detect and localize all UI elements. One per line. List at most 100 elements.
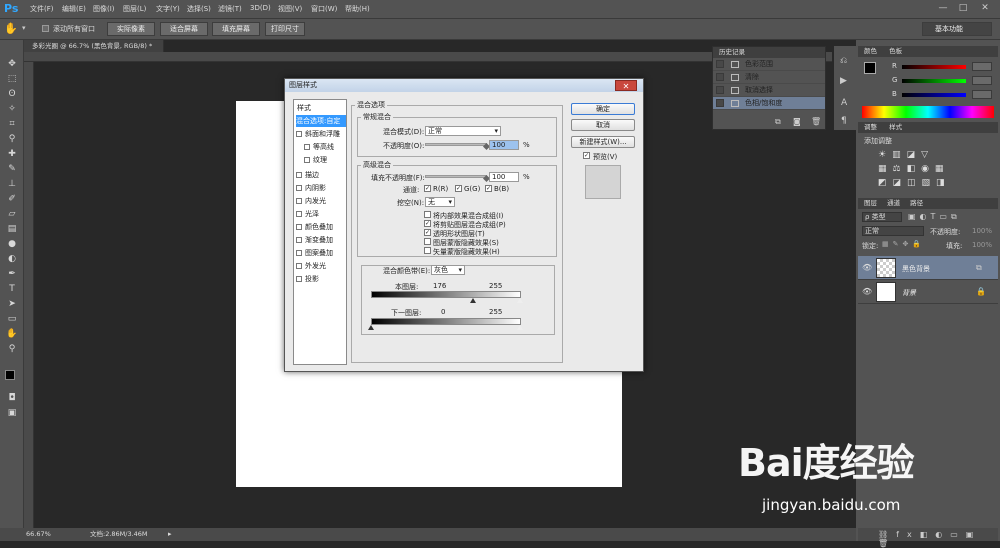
vector-mask-hides-checkbox[interactable]: [424, 247, 431, 254]
blend-mode-select[interactable]: 正常: [425, 126, 501, 136]
history-item[interactable]: .取消选择: [713, 84, 825, 97]
channel-b-checkbox[interactable]: ✓: [485, 185, 492, 192]
actual-pixels-button[interactable]: 实际像素: [107, 22, 155, 36]
new-document-from-state-icon[interactable]: ⧉: [775, 117, 781, 127]
hand-tool-icon[interactable]: ✋: [4, 22, 18, 35]
tab-swatches[interactable]: 色板: [889, 47, 902, 55]
history-item[interactable]: .色彩范围: [713, 58, 825, 71]
shape-tool-icon[interactable]: ▭: [6, 313, 18, 325]
layer-footer-icons[interactable]: ⛓fx◧◐▭▣🗑: [878, 530, 998, 548]
tab-color[interactable]: 颜色: [864, 47, 877, 55]
zoom-level[interactable]: 66.67%: [26, 528, 51, 541]
style-inner-glow[interactable]: 内发光: [296, 195, 346, 207]
workspace-dropdown[interactable]: 基本功能: [922, 22, 992, 36]
channel-g-checkbox[interactable]: ✓: [455, 185, 462, 192]
hand-tool-icon-2[interactable]: ✋: [6, 328, 18, 340]
layer-mask-hides-checkbox[interactable]: [424, 238, 431, 245]
ok-button[interactable]: 确定: [571, 103, 635, 115]
tab-paths[interactable]: 路径: [910, 199, 923, 207]
styles-header[interactable]: 样式: [297, 103, 311, 113]
character-panel-icon[interactable]: A: [841, 98, 847, 108]
trash-icon[interactable]: 🗑: [811, 117, 821, 126]
scroll-all-checkbox[interactable]: [42, 25, 49, 32]
clone-stamp-tool-icon[interactable]: ⊥: [6, 178, 18, 190]
crop-tool-icon[interactable]: ⌗: [6, 118, 18, 130]
blend-clipped-layers-checkbox[interactable]: ✓: [424, 220, 431, 227]
style-texture[interactable]: 纹理: [304, 154, 354, 166]
this-layer-low-slider[interactable]: [470, 298, 476, 303]
opacity-input[interactable]: 100: [489, 140, 519, 150]
red-slider[interactable]: R: [862, 62, 996, 71]
this-layer-high-slider[interactable]: [517, 298, 523, 303]
layer-kind-filter[interactable]: ρ 类型: [862, 212, 902, 222]
layer-row-selected[interactable]: 👁 黑色背景 ⧉: [858, 256, 998, 280]
magic-wand-tool-icon[interactable]: ✧: [6, 103, 18, 115]
style-inner-shadow[interactable]: 内阴影: [296, 182, 346, 194]
style-bevel-emboss[interactable]: 斜面和浮雕: [296, 128, 346, 140]
this-layer-gradient[interactable]: [371, 291, 521, 298]
eyedropper-tool-icon[interactable]: ⚲: [6, 133, 18, 145]
style-gradient-overlay[interactable]: 渐变叠加: [296, 234, 346, 246]
style-blending-options[interactable]: 混合选项:自定: [296, 115, 346, 127]
screen-mode-icon[interactable]: ▣: [6, 407, 18, 419]
cancel-button[interactable]: 取消: [571, 119, 635, 131]
close-window-button[interactable]: ✕: [978, 2, 992, 14]
layer-row[interactable]: 👁 背景 🔒: [858, 280, 998, 304]
menu-file[interactable]: 文件(F): [30, 4, 54, 14]
restore-button[interactable]: □: [956, 2, 970, 14]
history-item-selected[interactable]: .色相/饱和度: [713, 97, 825, 110]
style-outer-glow[interactable]: 外发光: [296, 260, 346, 272]
tab-styles[interactable]: 样式: [889, 123, 902, 131]
path-selection-tool-icon[interactable]: ➤: [6, 298, 18, 310]
actions-panel-icon[interactable]: ▶: [840, 76, 847, 86]
menu-layer[interactable]: 图层(L): [123, 4, 146, 14]
eye-icon[interactable]: 👁: [862, 263, 872, 272]
tool-preset-dropdown-icon[interactable]: ▾: [22, 24, 26, 32]
document-tab[interactable]: 多彩光圈 @ 66.7% (黑色背景, RGB/8) *: [24, 40, 164, 52]
lasso-tool-icon[interactable]: ʘ: [6, 88, 18, 100]
style-pattern-overlay[interactable]: 图案叠加: [296, 247, 346, 259]
adjustment-icons-row-3[interactable]: ◩◪◫▧◨: [878, 178, 951, 188]
lock-icons[interactable]: ▦✎✥🔒: [882, 240, 925, 248]
fill-opacity-input[interactable]: 100: [489, 172, 519, 182]
quick-mask-icon[interactable]: ◘: [6, 392, 18, 404]
tab-channels[interactable]: 通道: [887, 199, 900, 207]
move-tool-icon[interactable]: ✥: [6, 58, 18, 70]
style-drop-shadow[interactable]: 投影: [296, 273, 346, 285]
underlying-layer-gradient[interactable]: [371, 318, 521, 325]
style-stroke[interactable]: 描边: [296, 169, 346, 181]
foreground-color-swatch[interactable]: [5, 370, 15, 380]
layer-opacity-value[interactable]: 100%: [972, 227, 992, 235]
layer-blend-mode[interactable]: 正常: [862, 226, 924, 236]
history-item[interactable]: .清除: [713, 71, 825, 84]
menu-edit[interactable]: 编辑(E): [62, 4, 86, 14]
style-contour[interactable]: 等高线: [304, 141, 354, 153]
tab-layers[interactable]: 图层: [864, 199, 877, 207]
type-tool-icon[interactable]: T: [6, 283, 18, 295]
channel-r-checkbox[interactable]: ✓: [424, 185, 431, 192]
underlying-low-slider[interactable]: [368, 325, 374, 330]
paragraph-panel-icon[interactable]: ¶: [841, 116, 847, 126]
print-size-button[interactable]: 打印尺寸: [265, 22, 305, 36]
brush-tool-icon[interactable]: ✎: [6, 163, 18, 175]
layer-filter-icons[interactable]: ▣◐T▭⧉: [908, 212, 961, 222]
history-panel-icon[interactable]: ⎌: [840, 56, 847, 66]
status-arrow-icon[interactable]: ▸: [168, 528, 172, 541]
blend-if-select[interactable]: 灰色: [431, 265, 465, 275]
marquee-tool-icon[interactable]: ⬚: [6, 73, 18, 85]
color-spectrum[interactable]: [862, 106, 994, 118]
style-satin[interactable]: 光泽: [296, 208, 346, 220]
blue-slider[interactable]: B: [862, 90, 996, 99]
menu-window[interactable]: 窗口(W): [311, 4, 337, 14]
fill-screen-button[interactable]: 填充屏幕: [212, 22, 260, 36]
blend-interior-effects-checkbox[interactable]: [424, 211, 431, 218]
adjustment-icons-row-2[interactable]: ▦⚖◧◉▦: [878, 164, 949, 174]
gradient-tool-icon[interactable]: ▤: [6, 223, 18, 235]
fit-screen-button[interactable]: 适合屏幕: [160, 22, 208, 36]
snapshot-icon[interactable]: ◙: [793, 117, 801, 126]
transparency-shapes-checkbox[interactable]: ✓: [424, 229, 431, 236]
menu-3d[interactable]: 3D(D): [250, 4, 271, 12]
zoom-tool-icon[interactable]: ⚲: [6, 343, 18, 355]
history-brush-tool-icon[interactable]: ✐: [6, 193, 18, 205]
menu-help[interactable]: 帮助(H): [345, 4, 370, 14]
